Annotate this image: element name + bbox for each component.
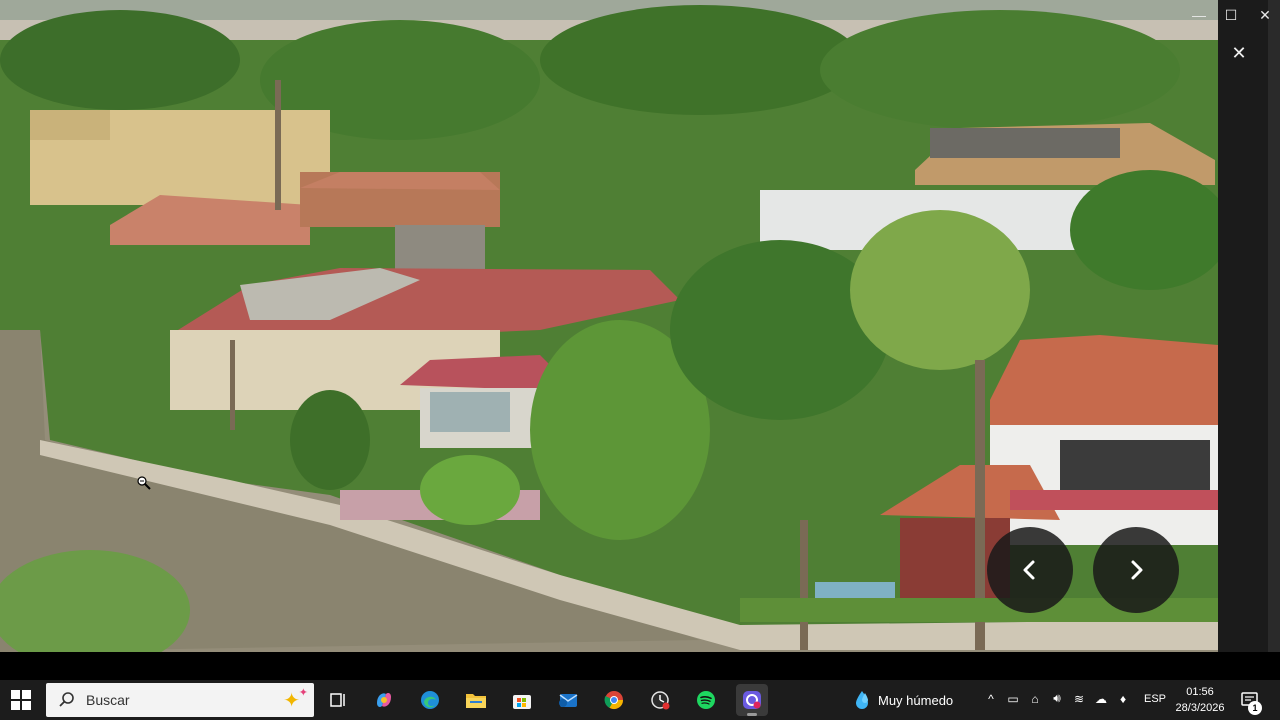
sparkle-small-icon: ✦ xyxy=(298,687,308,699)
microphone-icon[interactable]: ♦ xyxy=(1116,692,1130,706)
spotify-button[interactable] xyxy=(690,684,722,716)
usb-icon[interactable]: ⌂ xyxy=(1028,692,1042,706)
taskbar-search-box[interactable]: Buscar ✦ ✦ xyxy=(46,683,314,717)
search-placeholder: Buscar xyxy=(86,692,130,708)
photos-icon xyxy=(743,691,761,709)
weather-text: Muy húmedo xyxy=(878,692,954,708)
edge-button[interactable] xyxy=(414,684,446,716)
volume-icon[interactable]: 🔊︎ xyxy=(1050,691,1064,706)
active-indicator xyxy=(747,713,757,716)
task-view-icon xyxy=(330,693,345,707)
window-edge xyxy=(1268,0,1280,652)
weather-widget[interactable]: Muy húmedo xyxy=(854,690,953,710)
clock-widget[interactable]: 01:56 28/3/2026 xyxy=(1168,684,1232,716)
close-icon: ✕ xyxy=(1231,42,1247,63)
copilot-icon xyxy=(377,693,391,707)
clock-icon xyxy=(651,691,670,710)
chrome-button[interactable] xyxy=(598,684,630,716)
search-icon xyxy=(59,692,74,707)
folder-icon xyxy=(466,694,486,708)
minimize-icon[interactable]: — xyxy=(1187,3,1211,27)
water-drop-icon xyxy=(856,691,868,709)
previous-image-button[interactable] xyxy=(987,527,1073,613)
maximize-icon[interactable]: ☐ xyxy=(1219,3,1243,27)
photos-button[interactable] xyxy=(736,684,768,716)
file-explorer-button[interactable] xyxy=(460,684,492,716)
windows-start-icon[interactable] xyxy=(10,689,32,711)
clock-app-button[interactable] xyxy=(644,684,676,716)
task-view-button[interactable] xyxy=(322,684,354,716)
chrome-icon xyxy=(604,691,623,710)
outlook-button[interactable] xyxy=(552,684,584,716)
next-image-button[interactable] xyxy=(1093,527,1179,613)
close-viewer-button[interactable]: ✕ xyxy=(1224,38,1254,68)
cloud-icon[interactable]: ☁︎ xyxy=(1094,692,1108,706)
clock-date: 28/3/2026 xyxy=(1175,702,1225,714)
window-close-icon[interactable]: ✕ xyxy=(1253,3,1277,27)
sparkle-icon: ✦ xyxy=(283,690,300,712)
battery-icon[interactable]: ▭ xyxy=(1006,692,1020,706)
store-icon xyxy=(513,695,531,709)
mail-icon xyxy=(559,694,578,707)
screen-gap xyxy=(0,652,1280,680)
spotify-icon xyxy=(697,691,715,709)
language-indicator[interactable]: ESP xyxy=(1144,693,1166,705)
taskbar: Buscar ✦ ✦ Muy húmedo ^ ▭ ⌂ 🔊︎ ≋ ☁︎ ♦ ES… xyxy=(0,680,1280,720)
system-tray: ^ ▭ ⌂ 🔊︎ ≋ ☁︎ ♦ xyxy=(984,691,1130,706)
notification-badge: 1 xyxy=(1248,701,1262,715)
edge-icon xyxy=(421,691,439,709)
zoom-cursor-icon xyxy=(137,476,151,490)
wifi-icon[interactable]: ≋ xyxy=(1072,692,1086,706)
chevron-right-icon xyxy=(1131,560,1143,580)
chevron-left-icon xyxy=(1023,560,1035,580)
viewer-side-panel xyxy=(1218,0,1268,652)
chevron-up-icon[interactable]: ^ xyxy=(984,692,998,706)
clock-time: 01:56 xyxy=(1186,686,1214,698)
copilot-button[interactable] xyxy=(368,684,400,716)
store-button[interactable] xyxy=(506,684,538,716)
